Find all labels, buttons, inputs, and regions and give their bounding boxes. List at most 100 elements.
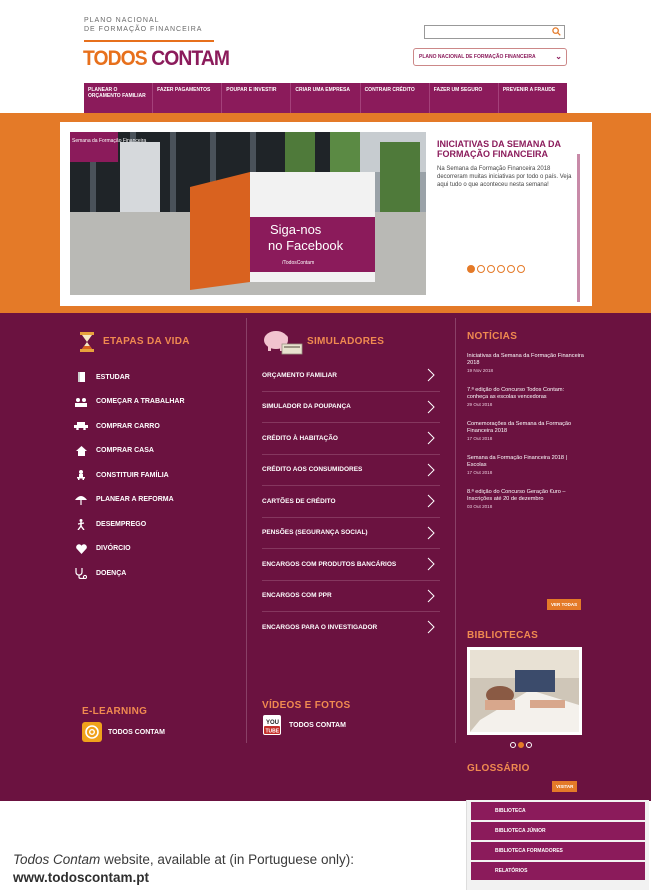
news-text: Comemorações da Semana da Formação Finan… [467, 421, 572, 434]
simulator-item[interactable]: ENCARGOS COM PRODUTOS BANCÁRIOS [262, 549, 440, 581]
news-item[interactable]: 7.ª edição do Concurso Todos Contam: con… [467, 387, 584, 408]
caption-site-name: Todos Contam [13, 852, 101, 867]
simulator-item[interactable]: PENSÕES (SEGURANÇA SOCIAL) [262, 518, 440, 549]
logo-word-contam: CONTAM [151, 47, 230, 70]
logo-word-todos: TODOS [83, 47, 148, 70]
program-select[interactable]: PLANO NACIONAL DE FORMAÇÃO FINANCEIRA ⌄ [413, 48, 567, 66]
main-nav: PLANEAR O ORÇAMENTO FAMILIAR FAZER PAGAM… [84, 83, 567, 113]
hourglass-icon [80, 332, 94, 352]
svg-text:You: You [266, 720, 279, 726]
hero-dot-3[interactable] [487, 265, 495, 273]
hero-dot-1[interactable] [467, 265, 475, 273]
simulator-label: ORÇAMENTO FAMILIAR [262, 371, 337, 379]
simulator-item[interactable]: CRÉDITO À HABITAÇÃO [262, 423, 440, 455]
news-list: Iniciativas da Semana da Formação Financ… [467, 353, 584, 523]
simulator-item[interactable]: ORÇAMENTO FAMILIAR [262, 360, 440, 392]
library-dot-3[interactable] [526, 742, 532, 748]
etapa-label: DIVÓRCIO [96, 545, 131, 553]
hero-dot-2[interactable] [477, 265, 485, 273]
etapa-item[interactable]: COMEÇAR A TRABALHAR [74, 390, 185, 415]
news-date: 29 Out 2018 [467, 402, 493, 407]
simulator-label: PENSÕES (SEGURANÇA SOCIAL) [262, 529, 368, 537]
nav-item-credito[interactable]: CONTRAIR CRÉDITO [361, 83, 430, 113]
etapa-label: DOENÇA [96, 569, 127, 577]
simulator-item[interactable]: SIMULADOR DA POUPANÇA [262, 392, 440, 423]
hero-photo-illustration: Siga-nos no Facebook /TodosContam Semana… [70, 132, 426, 295]
library-menu-item-formadores[interactable]: BIBLIOTECA FORMADORES [471, 842, 645, 860]
nav-item-poupar[interactable]: POUPAR E INVESTIR [222, 83, 292, 113]
logo-divider [84, 40, 214, 42]
news-item[interactable]: 8.ª edição do Concurso Geração €uro – In… [467, 489, 584, 510]
simulator-label: CARTÕES DE CRÉDITO [262, 497, 336, 505]
library-menu-item-junior[interactable]: BIBLIOTECA JÚNIOR [471, 822, 645, 840]
news-text: Iniciativas da Semana da Formação Financ… [467, 353, 584, 366]
caption-url[interactable]: www.todoscontam.pt [13, 870, 149, 885]
library-pagination [510, 742, 532, 748]
news-date: 17 Out 2018 [467, 436, 493, 441]
simulator-item[interactable]: CRÉDITO AOS CONSUMIDORES [262, 455, 440, 486]
etapa-label: COMEÇAR A TRABALHAR [96, 398, 185, 406]
etapa-item[interactable]: COMPRAR CASA [74, 439, 185, 464]
elearning-link-label: TODOS CONTAM [108, 728, 165, 736]
chevron-right-icon [427, 526, 435, 539]
etapa-label: ESTUDAR [96, 373, 130, 381]
simulator-item[interactable]: ENCARGOS COM PPR [262, 581, 440, 612]
simuladores-title: SIMULADORES [307, 336, 385, 347]
etapa-label: COMPRAR CARRO [96, 422, 160, 430]
hero-photo[interactable]: Siga-nos no Facebook /TodosContam Semana… [70, 132, 426, 295]
etapa-label: CONSTITUIR FAMÍLIA [96, 471, 169, 479]
etapa-item[interactable]: COMPRAR CARRO [74, 414, 185, 439]
nav-item-orcamento[interactable]: PLANEAR O ORÇAMENTO FAMILIAR [84, 83, 154, 113]
news-item[interactable]: Iniciativas da Semana da Formação Financ… [467, 353, 584, 374]
people-icon [74, 397, 88, 407]
svg-text:Tube: Tube [266, 729, 280, 735]
videos-link[interactable]: You Tube TODOS CONTAM [263, 715, 346, 735]
library-photo[interactable] [467, 647, 582, 735]
hero-dot-6[interactable] [517, 265, 525, 273]
news-item[interactable]: Comemorações da Semana da Formação Finan… [467, 421, 584, 442]
see-all-news-button[interactable]: VER TODAS [547, 599, 582, 610]
search-input[interactable] [424, 25, 565, 39]
videos-title: VÍDEOS E FOTOS [262, 700, 351, 711]
nav-item-pagamentos[interactable]: FAZER PAGAMENTOS [153, 83, 223, 113]
chevron-down-icon: ⌄ [555, 52, 562, 61]
nav-item-empresa[interactable]: CRIAR UMA EMPRESA [291, 83, 361, 113]
library-menu-item-biblioteca[interactable]: BIBLIOTECA [471, 802, 645, 820]
elearning-title: E-LEARNING [82, 706, 148, 717]
house-icon [74, 445, 88, 456]
org-name-line2: DE FORMAÇÃO FINANCEIRA [84, 26, 203, 33]
etapa-item[interactable]: DOENÇA [74, 561, 185, 586]
chevron-right-icon [427, 368, 435, 382]
chevron-right-icon [427, 557, 435, 571]
visit-glossary-button[interactable]: VISITAR [552, 781, 578, 792]
etapa-item[interactable]: ESTUDAR [74, 365, 185, 390]
elearning-link[interactable]: TODOS CONTAM [82, 722, 165, 742]
chevron-right-icon [427, 431, 435, 445]
piggy-bank-icon [264, 331, 303, 355]
etapa-item[interactable]: PLANEAR A REFORMA [74, 488, 185, 513]
library-dot-1[interactable] [510, 742, 516, 748]
simulator-item[interactable]: CARTÕES DE CRÉDITO [262, 486, 440, 518]
nav-item-fraude[interactable]: PREVENIR A FRAUDE [499, 83, 567, 113]
umbrella-icon [74, 495, 88, 505]
etapas-list: ESTUDAR COMEÇAR A TRABALHAR COMPRAR CARR… [74, 365, 185, 586]
chevron-right-icon [427, 463, 435, 476]
search-icon[interactable] [552, 27, 561, 36]
library-menu-item-relatorios[interactable]: RELATÓRIOS [471, 862, 645, 880]
hero-dot-5[interactable] [507, 265, 515, 273]
hero-caption: INICIATIVAS DA SEMANA DA FORMAÇÃO FINANC… [437, 139, 577, 189]
etapa-item[interactable]: DIVÓRCIO [74, 537, 185, 562]
etapa-item[interactable]: DESEMPREGO [74, 512, 185, 537]
news-date: 03 Out 2018 [467, 504, 493, 509]
simulator-item[interactable]: ENCARGOS PARA O INVESTIGADOR [262, 612, 440, 644]
org-name: PLANO NACIONAL DE FORMAÇÃO FINANCEIRA [84, 16, 202, 34]
news-item[interactable]: Semana da Formação Financeira 2018 | Esc… [467, 455, 584, 476]
youtube-icon: You Tube [263, 715, 281, 735]
hero-title[interactable]: INICIATIVAS DA SEMANA DA FORMAÇÃO FINANC… [437, 139, 577, 159]
site-logo[interactable]: TODOS CONTAM [83, 47, 230, 71]
library-dot-2[interactable] [518, 742, 524, 748]
site-header: PLANO NACIONAL DE FORMAÇÃO FINANCEIRA TO… [0, 0, 651, 113]
etapa-item[interactable]: CONSTITUIR FAMÍLIA [74, 463, 185, 488]
nav-item-seguro[interactable]: FAZER UM SEGURO [430, 83, 499, 113]
hero-dot-4[interactable] [497, 265, 505, 273]
